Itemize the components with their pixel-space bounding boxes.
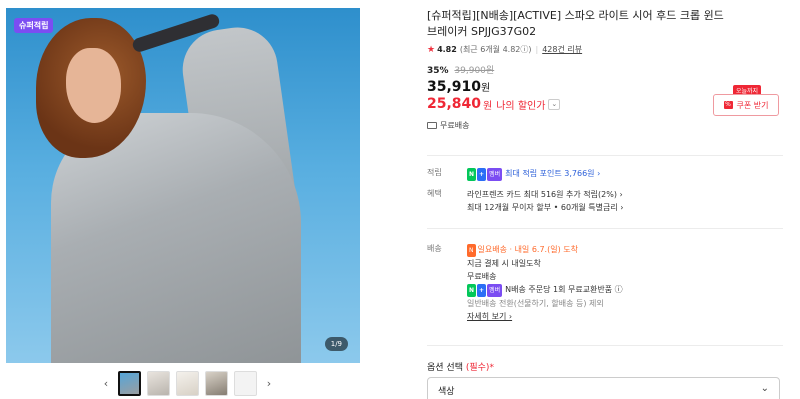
option-label-text: 옵션 선택 <box>427 363 463 373</box>
coupon-icon: % <box>723 101 733 109</box>
shipping-line-3: N배송 주문당 1회 무료교환반품 ⓘ <box>505 285 623 294</box>
shipping-body: N 일요배송 · 내일 6.7.(일) 도착 지금 결제 시 내일도착 무료배송 … <box>467 243 623 323</box>
thumbnail-4[interactable] <box>205 371 228 396</box>
benefit-row: 혜택 라인프렌즈 카드 최대 516원 추가 적립(2%) › 최대 12개월 … <box>427 188 623 214</box>
member-chip: 멤버 <box>487 168 503 181</box>
installment-link[interactable]: 최대 12개월 무이자 할부 • 60개월 특별금리 › <box>467 203 623 212</box>
benefit-body: 라인프렌즈 카드 최대 516원 추가 적립(2%) › 최대 12개월 무이자… <box>467 188 623 214</box>
rating-value: 4.82 <box>437 45 457 54</box>
my-price-unit: 원 <box>483 100 493 112</box>
discount-percent: 35% <box>427 66 449 76</box>
divider <box>427 228 783 229</box>
sunday-delivery-chip: N <box>467 244 476 257</box>
sale-price-unit: 원 <box>481 83 491 94</box>
thumbnail-strip: ‹ › <box>100 371 275 396</box>
thumb-next-icon[interactable]: › <box>263 377 275 390</box>
rating-row: ★ 4.82 (최근 6개월 4.82ⓘ) | 428건 리뷰 <box>427 44 787 55</box>
image-counter: 1/9 <box>324 337 348 351</box>
option-select-value: 색상 <box>438 387 455 397</box>
truck-icon <box>427 122 437 129</box>
shipping-label: 배송 <box>427 244 442 253</box>
discount-row: 35% 39,900원 <box>427 63 787 76</box>
coupon-button-label: 쿠폰 받기 <box>736 100 769 110</box>
shipping-line-4: 일반배송 전환(선물하기, 할배송 등) 제외 <box>467 299 604 308</box>
chevron-down-icon[interactable]: ⌄ <box>548 98 561 110</box>
thumbnail-5[interactable] <box>234 371 257 396</box>
thumbnail-3[interactable] <box>176 371 199 396</box>
sale-price: 35,910 <box>427 79 482 95</box>
star-icon: ★ <box>427 44 436 55</box>
rating-divider: | <box>535 45 539 54</box>
points-row: 적립 N + 멤버 최대 적립 포인트 3,766원 › <box>427 167 600 181</box>
divider <box>427 345 783 346</box>
member-chip: 멤버 <box>487 284 503 297</box>
review-count-link[interactable]: 428건 리뷰 <box>542 44 582 55</box>
thumbnail-1[interactable] <box>118 371 141 396</box>
free-shipping-text: 무료배송 <box>440 121 470 130</box>
my-price: 25,840 <box>427 96 482 112</box>
super-points-badge: 슈퍼적립 <box>14 18 54 33</box>
thumb-prev-icon[interactable]: ‹ <box>100 377 112 390</box>
my-price-label: 나의 할인가 <box>496 100 546 112</box>
npay-chip: N <box>467 168 477 181</box>
points-label: 적립 <box>427 168 442 177</box>
shipping-line-2: 무료배송 <box>467 272 497 281</box>
product-main-image[interactable]: 슈퍼적립 1/9 <box>6 8 360 363</box>
original-price: 39,900원 <box>454 66 495 76</box>
option-required-mark: (필수)* <box>465 363 494 373</box>
color-option-select[interactable]: 색상 ⌄ <box>427 377 780 399</box>
plus-chip: + <box>477 284 487 297</box>
divider <box>427 155 783 156</box>
points-body[interactable]: N + 멤버 최대 적립 포인트 3,766원 › <box>467 167 600 181</box>
shipping-row: 배송 N 일요배송 · 내일 6.7.(일) 도착 지금 결제 시 내일도착 무료… <box>427 243 623 323</box>
chevron-down-icon: ⌄ <box>760 383 769 394</box>
rating-detail: (최근 6개월 4.82ⓘ) <box>459 45 532 54</box>
coupon-download-button[interactable]: % 쿠폰 받기 <box>713 94 779 116</box>
card-benefit-link[interactable]: 라인프렌즈 카드 최대 516원 추가 적립(2%) › <box>467 190 623 199</box>
npay-chip: N <box>467 284 477 297</box>
image-model-face <box>66 48 121 123</box>
product-title: [슈퍼적립][N배송][ACTIVE] 스파오 라이트 시어 후드 크롭 윈드브… <box>427 9 724 38</box>
plus-chip: + <box>477 168 487 181</box>
option-select-label: 옵션 선택 (필수)* <box>427 360 494 373</box>
max-points-link[interactable]: 최대 적립 포인트 3,766원 › <box>505 169 600 178</box>
thumbnail-2[interactable] <box>147 371 170 396</box>
free-shipping-row: 무료배송 <box>427 120 787 131</box>
shipping-line-1: 지금 결제 시 내일도착 <box>467 259 541 268</box>
shipping-detail-link[interactable]: 자세히 보기 › <box>467 312 512 321</box>
arrival-text: 일요배송 · 내일 6.7.(일) 도착 <box>477 245 578 254</box>
benefit-label: 혜택 <box>427 189 442 198</box>
